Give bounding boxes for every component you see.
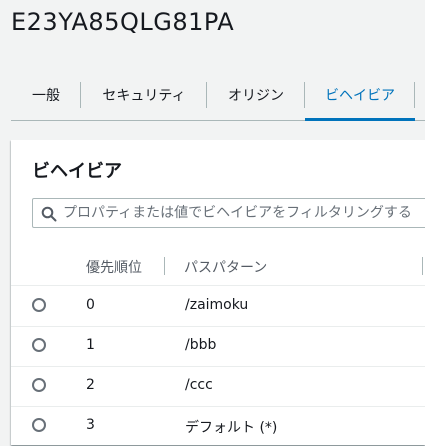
cell-priority: 1 — [86, 337, 95, 353]
search-input[interactable] — [63, 199, 425, 227]
tab-behaviors-label: ビヘイビア — [325, 88, 395, 104]
behaviors-panel: ビヘイビア 優先順位 パスパターン 0 /zaimoku 1 /bbb 2 /c… — [11, 140, 425, 445]
row-radio-button[interactable] — [32, 338, 46, 352]
tab-origins-label: オリジン — [228, 88, 284, 104]
column-header-path-pattern[interactable]: パスパターン — [184, 257, 267, 277]
cell-path-pattern: /zaimoku — [185, 297, 249, 313]
row-radio-button[interactable] — [32, 418, 46, 432]
table-header: 優先順位 パスパターン — [11, 247, 425, 286]
cell-path-pattern: /bbb — [185, 337, 217, 353]
tab-general-label: 一般 — [32, 88, 60, 104]
active-tab-indicator — [305, 118, 415, 121]
panel-title: ビヘイビア — [32, 161, 122, 182]
tab-general[interactable]: 一般 — [11, 70, 81, 120]
table-row[interactable]: 0 /zaimoku — [11, 286, 425, 327]
tab-behaviors[interactable]: ビヘイビア — [305, 70, 415, 121]
table-row[interactable]: 1 /bbb — [11, 326, 425, 367]
search-icon — [41, 206, 57, 222]
table-row[interactable]: 3 デフォルト (*) — [11, 406, 425, 446]
cell-priority: 0 — [86, 297, 95, 313]
cell-priority: 3 — [86, 417, 95, 433]
table-row[interactable]: 2 /ccc — [11, 366, 425, 407]
search-box[interactable] — [32, 198, 425, 228]
cell-path-pattern: /ccc — [185, 377, 213, 393]
tab-security[interactable]: セキュリティ — [81, 70, 207, 120]
tab-origins[interactable]: オリジン — [207, 70, 305, 120]
column-divider — [422, 257, 423, 275]
cell-path-pattern: デフォルト (*) — [185, 420, 278, 436]
tab-bar: 一般 セキュリティ オリジン ビヘイビア — [11, 70, 425, 121]
row-radio-button[interactable] — [32, 378, 46, 392]
row-radio-button[interactable] — [32, 298, 46, 312]
tab-divider — [414, 82, 415, 108]
column-header-priority[interactable]: 優先順位 — [86, 257, 142, 277]
page-title: E23YA85QLG81PA — [11, 8, 235, 36]
tab-security-label: セキュリティ — [102, 88, 186, 104]
column-divider — [164, 257, 165, 275]
cell-priority: 2 — [86, 377, 95, 393]
